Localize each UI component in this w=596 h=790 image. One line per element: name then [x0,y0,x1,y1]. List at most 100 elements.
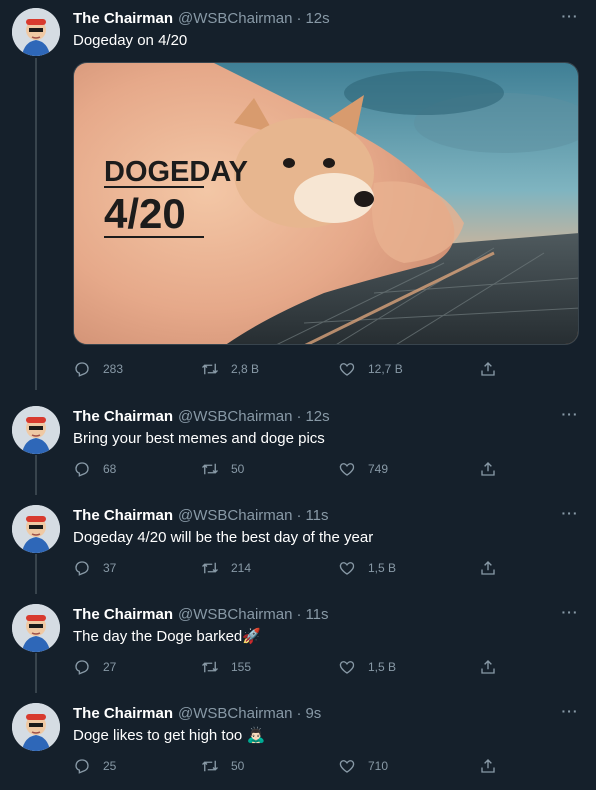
like-icon [339,562,355,575]
share-icon [481,660,495,674]
avatar-image [12,406,60,454]
retweet-icon [202,661,218,673]
user-handle[interactable]: @WSBChairman [178,10,292,27]
timestamp[interactable]: 12s [305,408,329,425]
tweet-media-image[interactable]: DOGEDAY 4/20 [73,62,579,345]
more-icon[interactable]: ··· [558,503,582,523]
separator: · [296,407,302,425]
reply-icon [75,660,89,675]
retweet-icon [202,463,218,475]
retweet-button[interactable]: 50 [201,755,244,777]
reply-count: 27 [103,660,117,674]
reply-icon [75,362,89,377]
tweet[interactable]: The Chairman @WSBChairman · 11s ··· The … [0,596,596,696]
reply-icon [75,561,89,576]
retweet-button[interactable]: 2,8 B [201,358,259,380]
retweet-button[interactable]: 50 [201,458,244,480]
share-icon [481,462,495,476]
more-icon[interactable]: ··· [558,404,582,424]
tweet-text: Dogeday on 4/20 [73,32,188,49]
tweet[interactable]: The Chairman @WSBChairman · 11s ··· Doge… [0,497,596,597]
like-button[interactable]: 749 [338,458,388,480]
tweet-actions: 68 50 749 [73,458,503,480]
display-name[interactable]: The Chairman [73,408,173,425]
more-icon[interactable]: ··· [558,701,582,721]
display-name[interactable]: The Chairman [73,507,173,524]
tweet-text: Doge likes to get high too 🙇🏻‍♂️ [73,727,266,744]
share-button[interactable] [479,557,497,579]
tweet-header: The Chairman @WSBChairman · 12s [73,8,330,28]
retweet-count: 2,8 B [231,362,260,376]
reply-button[interactable]: 27 [73,656,116,678]
reply-count: 37 [103,561,117,575]
avatar[interactable] [12,406,60,454]
like-button[interactable]: 1,5 B [338,557,396,579]
share-button[interactable] [479,358,497,380]
avatar-image [12,604,60,652]
avatar[interactable] [12,8,60,56]
tweet-header: The Chairman @WSBChairman · 9s [73,703,321,723]
reply-count: 25 [103,759,117,773]
like-icon [339,363,355,376]
like-button[interactable]: 1,5 B [338,656,396,678]
reply-icon [75,759,89,774]
like-icon [339,463,355,476]
share-icon [481,362,495,376]
retweet-button[interactable]: 155 [201,656,251,678]
avatar-image [12,505,60,553]
more-icon[interactable]: ··· [558,6,582,26]
user-handle[interactable]: @WSBChairman [178,408,292,425]
like-icon [339,760,355,773]
media-text-date: 4/20 [104,190,186,237]
display-name[interactable]: The Chairman [73,10,173,27]
tweet-header: The Chairman @WSBChairman · 12s [73,406,330,426]
retweet-icon [202,562,218,574]
timestamp[interactable]: 11s [305,507,328,524]
avatar[interactable] [12,604,60,652]
tweet[interactable]: The Chairman @WSBChairman · 9s ··· Doge … [0,695,596,790]
separator: · [296,506,302,524]
share-button[interactable] [479,755,497,777]
display-name[interactable]: The Chairman [73,606,173,623]
share-button[interactable] [479,656,497,678]
tweet-header: The Chairman @WSBChairman · 11s [73,604,329,624]
reply-button[interactable]: 283 [73,358,123,380]
timestamp[interactable]: 9s [305,705,321,722]
timestamp[interactable]: 11s [305,606,328,623]
separator: · [296,9,302,27]
share-button[interactable] [479,458,497,480]
tweet-text: The day the Doge barked🚀 [73,628,261,645]
reply-icon [75,462,89,477]
retweet-icon [202,363,218,375]
avatar[interactable] [12,703,60,751]
like-count: 1,5 B [368,561,397,575]
tweet[interactable]: The Chairman @WSBChairman · 12s ··· Brin… [0,398,596,498]
separator: · [296,605,302,623]
timestamp[interactable]: 12s [305,10,329,27]
like-button[interactable]: 12,7 B [338,358,403,380]
share-icon [481,759,495,773]
doge-image: DOGEDAY 4/20 [74,63,578,344]
tweet-actions: 37 214 1,5 B [73,557,503,579]
reply-count: 68 [103,462,117,476]
share-icon [481,561,495,575]
avatar[interactable] [12,505,60,553]
retweet-count: 50 [231,759,245,773]
more-icon[interactable]: ··· [558,602,582,622]
reply-count: 283 [103,362,124,376]
reply-button[interactable]: 25 [73,755,116,777]
avatar-image [12,8,60,56]
like-count: 1,5 B [368,660,397,674]
retweet-count: 155 [231,660,252,674]
reply-button[interactable]: 37 [73,557,116,579]
tweet-actions: 27 155 1,5 B [73,656,503,678]
like-button[interactable]: 710 [338,755,388,777]
retweet-button[interactable]: 214 [201,557,251,579]
user-handle[interactable]: @WSBChairman [178,705,292,722]
user-handle[interactable]: @WSBChairman [178,507,292,524]
reply-button[interactable]: 68 [73,458,116,480]
retweet-count: 50 [231,462,245,476]
display-name[interactable]: The Chairman [73,705,173,722]
tweet[interactable]: The Chairman @WSBChairman · 12s ··· Doge… [0,0,596,390]
user-handle[interactable]: @WSBChairman [178,606,292,623]
